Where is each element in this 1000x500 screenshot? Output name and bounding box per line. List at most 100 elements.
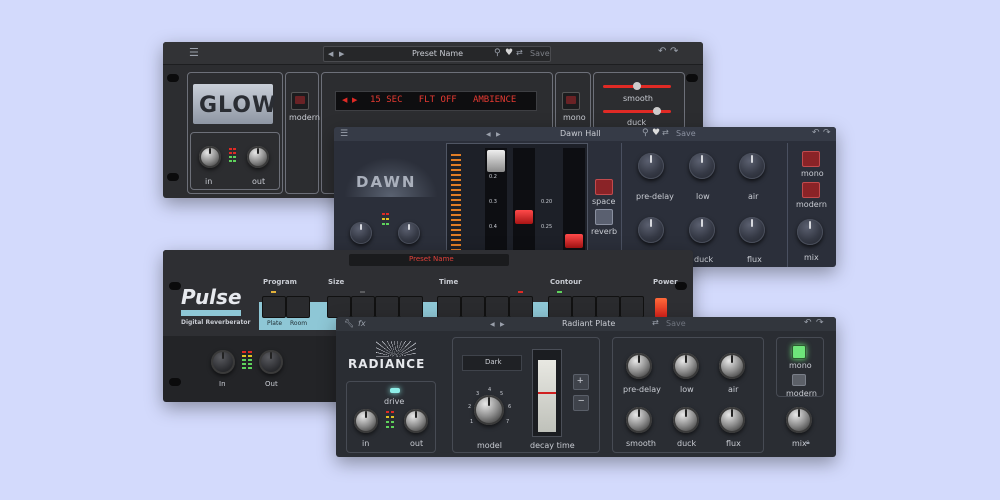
size-button-1[interactable] xyxy=(327,296,351,318)
contour-button-1[interactable] xyxy=(548,296,572,318)
prev-preset-icon[interactable]: ◀ xyxy=(328,49,333,59)
shuffle-icon[interactable]: ⇄ xyxy=(516,48,523,58)
time-button-2[interactable] xyxy=(461,296,485,318)
dawn-mix-label: mix xyxy=(804,253,819,262)
prev-preset-icon[interactable]: ◀ xyxy=(486,130,491,140)
size-button-3[interactable] xyxy=(375,296,399,318)
reverb-button[interactable] xyxy=(595,209,613,225)
mono-button[interactable] xyxy=(562,92,580,110)
dawn-pre-delay-knob[interactable] xyxy=(638,153,664,179)
dawn-air-knob[interactable] xyxy=(739,153,765,179)
redo-icon[interactable]: ↷ xyxy=(816,318,824,328)
shuffle-icon[interactable]: ⇄ xyxy=(652,318,659,328)
space-button[interactable] xyxy=(595,179,613,195)
search-icon[interactable]: ⚲ xyxy=(642,128,649,138)
smooth-slider[interactable] xyxy=(603,82,671,90)
duck-knob[interactable] xyxy=(673,407,699,433)
pre-delay-knob[interactable] xyxy=(626,353,652,379)
redo-icon[interactable]: ↷ xyxy=(823,128,831,138)
pulse-input-knob[interactable] xyxy=(211,350,235,374)
next-preset-icon[interactable]: ▶ xyxy=(496,130,501,140)
pulse-output-knob[interactable] xyxy=(259,350,283,374)
preset-name[interactable]: Dawn Hall xyxy=(560,129,601,138)
preset-name[interactable]: Radiant Plate xyxy=(562,319,615,328)
model-scale: 5 xyxy=(500,391,504,397)
menu-icon[interactable]: ☰ xyxy=(340,129,348,139)
dawn-low-knob[interactable] xyxy=(689,153,715,179)
redo-icon[interactable]: ↷ xyxy=(670,47,678,57)
save-button[interactable]: Save xyxy=(666,319,686,328)
radiance-output-knob[interactable] xyxy=(404,409,428,433)
program-plate-button[interactable] xyxy=(262,296,286,318)
wrench-icon[interactable]: 🔧︎ xyxy=(344,319,354,329)
time-button-3[interactable] xyxy=(485,296,509,318)
save-button[interactable]: Save xyxy=(676,129,696,138)
undo-icon[interactable]: ↶ xyxy=(658,47,666,57)
mix-knob[interactable] xyxy=(786,407,812,433)
undo-icon[interactable]: ↶ xyxy=(804,318,812,328)
contour-button-3[interactable] xyxy=(596,296,620,318)
program-room-button[interactable] xyxy=(286,296,310,318)
decay-decrease-button[interactable]: − xyxy=(573,395,589,411)
search-icon[interactable]: ⚲ xyxy=(494,48,501,58)
next-preset-icon[interactable]: ▶ xyxy=(339,49,344,59)
lock-icon[interactable]: 🔒︎ xyxy=(806,437,810,447)
preset-name[interactable]: Preset Name xyxy=(409,255,454,263)
dawn-mix-knob[interactable] xyxy=(797,219,823,245)
mono-button[interactable] xyxy=(792,345,806,359)
preset-name[interactable]: Preset Name xyxy=(412,49,463,58)
rack-hole xyxy=(167,173,179,181)
dawn-logo-area: DAWN xyxy=(344,157,438,197)
dawn-duck-knob[interactable] xyxy=(689,217,715,243)
preset-bar[interactable]: ◀ ▶ Preset Name ⚲ ♥ ⇄ Save xyxy=(323,46,551,62)
display-prev-icon[interactable]: ◀ xyxy=(342,96,347,104)
time-button-1[interactable] xyxy=(437,296,461,318)
dawn-smooth-knob[interactable] xyxy=(638,217,664,243)
smooth-knob[interactable] xyxy=(626,407,652,433)
output-knob[interactable] xyxy=(247,146,269,168)
display-next-icon[interactable]: ▶ xyxy=(352,96,357,104)
size-button-2[interactable] xyxy=(351,296,375,318)
contour-button-4[interactable] xyxy=(620,296,644,318)
model-knob[interactable] xyxy=(474,395,504,425)
dawn-flux-knob[interactable] xyxy=(739,217,765,243)
radiance-top-bar: 🔧︎ fx ◀ ▶ Radiant Plate ⇄ Save ↶ ↷ xyxy=(336,317,836,331)
decay-increase-button[interactable]: + xyxy=(573,374,589,390)
radiance-input-knob[interactable] xyxy=(354,409,378,433)
reverb-label: reverb xyxy=(591,227,618,236)
undo-icon[interactable]: ↶ xyxy=(812,128,820,138)
model-display[interactable]: Dark xyxy=(462,355,522,371)
heart-icon[interactable]: ♥ xyxy=(652,128,660,138)
duck-slider[interactable] xyxy=(603,107,671,115)
contour-button-2[interactable] xyxy=(572,296,596,318)
dawn-mono-button[interactable] xyxy=(802,151,820,167)
prev-preset-icon[interactable]: ◀ xyxy=(490,320,495,330)
shuffle-icon[interactable]: ⇄ xyxy=(662,128,669,138)
mono-label: mono xyxy=(563,113,586,122)
menu-icon[interactable]: ☰ xyxy=(189,47,199,58)
dawn-flux-label: flux xyxy=(747,255,762,264)
modern-button[interactable] xyxy=(291,92,309,110)
heart-icon[interactable]: ♥ xyxy=(505,48,513,58)
air-knob[interactable] xyxy=(719,353,745,379)
size-button-4[interactable] xyxy=(399,296,423,318)
fader-label: 0.20 xyxy=(541,199,553,205)
low-knob[interactable] xyxy=(673,353,699,379)
dawn-input-knob[interactable] xyxy=(350,222,372,244)
dawn-air-label: air xyxy=(748,192,759,201)
power-button[interactable] xyxy=(655,298,667,318)
time-button-4[interactable] xyxy=(509,296,533,318)
preset-bar[interactable]: Preset Name xyxy=(349,254,509,266)
decay-time-meter[interactable] xyxy=(532,349,562,437)
smooth-label: smooth xyxy=(626,439,656,448)
modern-button[interactable] xyxy=(792,374,806,386)
radiance-plugin-window: 🔧︎ fx ◀ ▶ Radiant Plate ⇄ Save ↶ ↷ RADIA… xyxy=(336,317,836,457)
flux-knob[interactable] xyxy=(719,407,745,433)
save-button[interactable]: Save xyxy=(530,49,550,58)
input-knob[interactable] xyxy=(199,146,221,168)
dawn-output-knob[interactable] xyxy=(398,222,420,244)
drive-led[interactable] xyxy=(390,388,400,393)
fx-icon[interactable]: fx xyxy=(358,319,366,329)
dawn-modern-button[interactable] xyxy=(802,182,820,198)
next-preset-icon[interactable]: ▶ xyxy=(500,320,505,330)
